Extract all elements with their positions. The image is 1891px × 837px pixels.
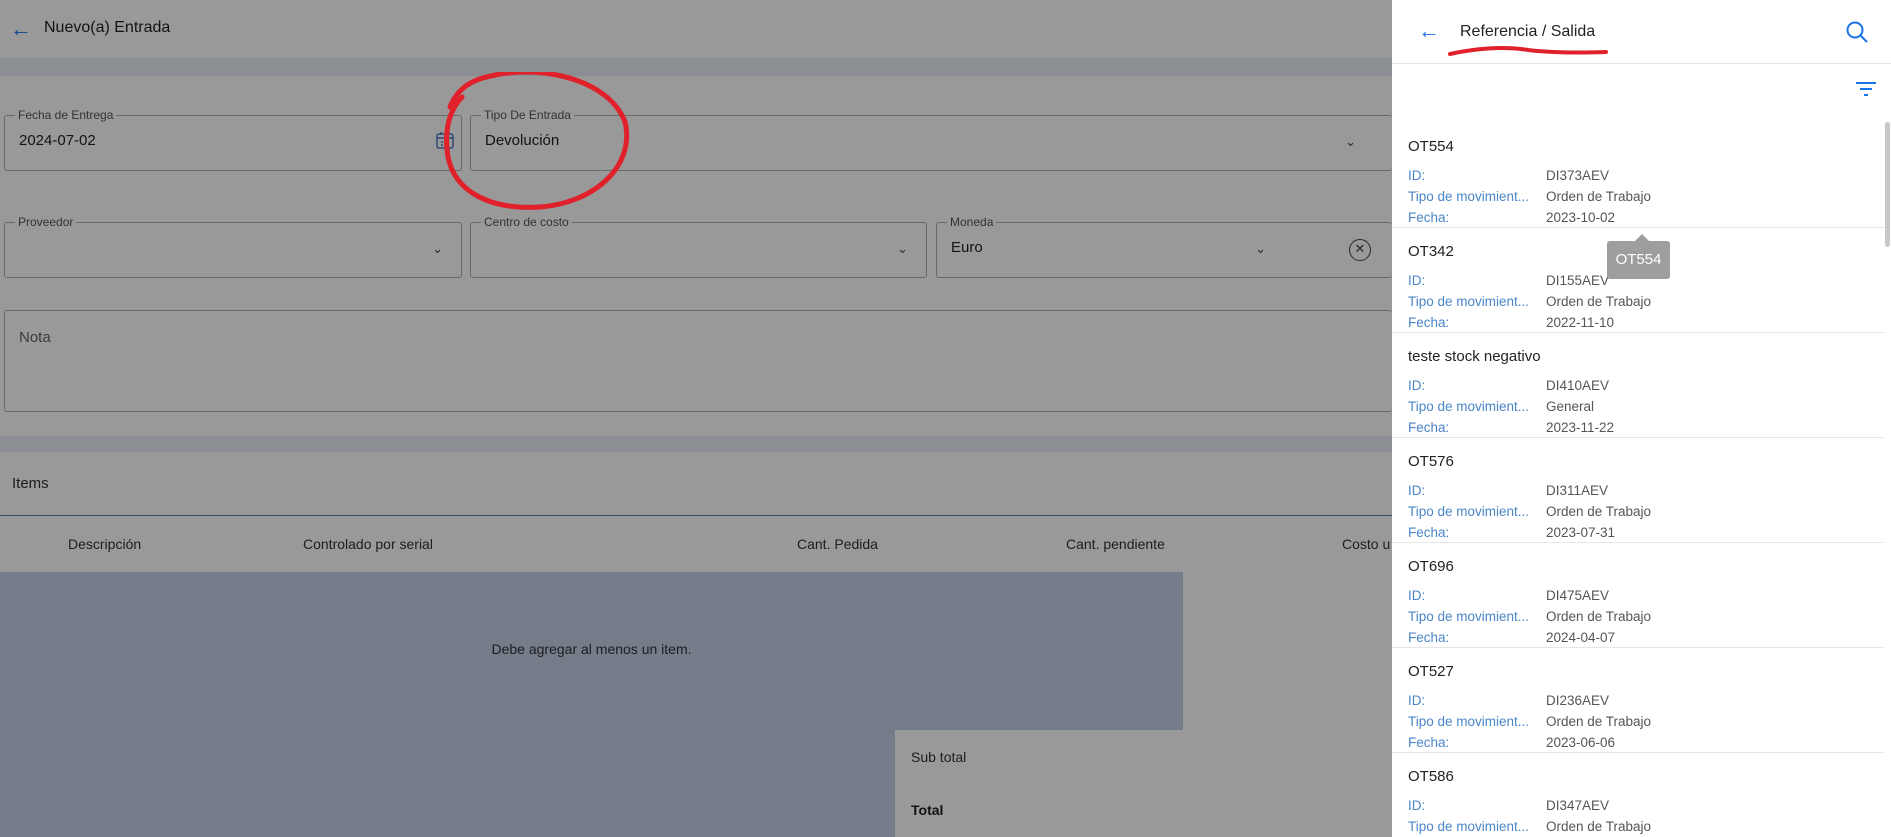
- tipo-value: Orden de Trabajo: [1546, 189, 1652, 204]
- tipo-label: Tipo de movimient...: [1408, 189, 1530, 204]
- id-label: ID:: [1408, 798, 1426, 813]
- tipo-value: Orden de Trabajo: [1546, 819, 1652, 834]
- fecha-label: Fecha:: [1408, 630, 1450, 645]
- fecha-label: Fecha:: [1408, 315, 1450, 330]
- entry-title: OT342: [1408, 243, 1454, 260]
- tipo-value: Orden de Trabajo: [1546, 609, 1652, 624]
- id-value: DI236AEV: [1546, 693, 1610, 708]
- search-icon[interactable]: [1845, 20, 1869, 44]
- id-label: ID:: [1408, 588, 1426, 603]
- tipo-label: Tipo de movimient...: [1408, 609, 1530, 624]
- list-scrollbar[interactable]: [1885, 122, 1890, 247]
- list-item[interactable]: OT576 ID: DI311AEV Tipo de movimient... …: [1392, 437, 1884, 543]
- id-value: DI347AEV: [1546, 798, 1610, 813]
- entry-title: OT586: [1408, 768, 1454, 785]
- tipo-label: Tipo de movimient...: [1408, 504, 1530, 519]
- list-item[interactable]: OT586 ID: DI347AEV Tipo de movimient... …: [1392, 752, 1884, 837]
- list-item[interactable]: OT527 ID: DI236AEV Tipo de movimient... …: [1392, 647, 1884, 753]
- fecha-value: 2022-11-10: [1546, 315, 1615, 330]
- id-value: DI155AEV: [1546, 273, 1610, 288]
- reference-list: OT554 ID: DI373AEV Tipo de movimient... …: [1392, 122, 1884, 837]
- entry-form: ← Nuevo(a) Entrada Fecha de Entrega 2024…: [0, 0, 1392, 837]
- id-value: DI410AEV: [1546, 378, 1610, 393]
- entry-title: teste stock negativo: [1408, 348, 1541, 365]
- list-item[interactable]: OT696 ID: DI475AEV Tipo de movimient... …: [1392, 542, 1884, 648]
- id-label: ID:: [1408, 168, 1426, 183]
- modal-backdrop[interactable]: [0, 0, 1392, 837]
- fecha-label: Fecha:: [1408, 735, 1450, 750]
- id-value: DI373AEV: [1546, 168, 1610, 183]
- fecha-value: 2023-06-06: [1546, 735, 1616, 750]
- tooltip: OT554: [1607, 234, 1670, 279]
- id-value: DI475AEV: [1546, 588, 1610, 603]
- id-label: ID:: [1408, 378, 1426, 393]
- tipo-value: Orden de Trabajo: [1546, 504, 1652, 519]
- tipo-label: Tipo de movimient...: [1408, 819, 1530, 834]
- id-label: ID:: [1408, 273, 1426, 288]
- id-value: DI311AEV: [1546, 483, 1609, 498]
- fecha-value: 2023-07-31: [1546, 525, 1616, 540]
- tipo-label: Tipo de movimient...: [1408, 294, 1530, 309]
- fecha-value: 2023-10-02: [1546, 210, 1616, 225]
- entry-title: OT527: [1408, 663, 1454, 680]
- id-label: ID:: [1408, 483, 1426, 498]
- fecha-value: 2024-04-07: [1546, 630, 1616, 645]
- tipo-value: General: [1546, 399, 1595, 414]
- entry-title: OT696: [1408, 558, 1454, 575]
- arrow-left-icon[interactable]: ←: [1418, 18, 1440, 44]
- entry-title: OT554: [1408, 138, 1454, 155]
- tipo-value: Orden de Trabajo: [1546, 714, 1652, 729]
- tipo-label: Tipo de movimient...: [1408, 714, 1530, 729]
- fecha-label: Fecha:: [1408, 210, 1450, 225]
- tipo-label: Tipo de movimient...: [1408, 399, 1530, 414]
- panel-header-divider: [1392, 63, 1891, 64]
- entry-title: OT576: [1408, 453, 1454, 470]
- tipo-value: Orden de Trabajo: [1546, 294, 1652, 309]
- list-item[interactable]: teste stock negativo ID: DI410AEV Tipo d…: [1392, 332, 1884, 438]
- id-label: ID:: [1408, 693, 1426, 708]
- filter-icon[interactable]: [1855, 80, 1877, 98]
- fecha-label: Fecha:: [1408, 525, 1450, 540]
- fecha-label: Fecha:: [1408, 420, 1450, 435]
- fecha-value: 2023-11-22: [1546, 420, 1615, 435]
- panel-title: Referencia / Salida: [1460, 23, 1596, 40]
- list-item[interactable]: OT554 ID: DI373AEV Tipo de movimient... …: [1392, 122, 1884, 228]
